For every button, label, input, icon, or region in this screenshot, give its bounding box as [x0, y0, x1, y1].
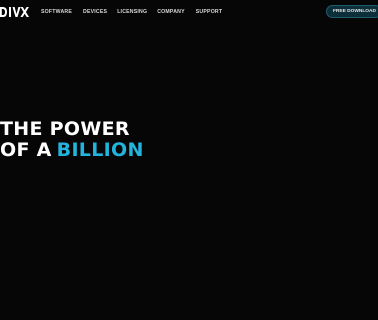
divx-logo[interactable] — [0, 5, 30, 19]
hero-accent-word: BILLION — [56, 139, 144, 161]
nav-item-licensing[interactable]: LICENSING — [117, 9, 147, 15]
free-download-label: FREE DOWNLOAD — [333, 9, 376, 14]
nav-item-support[interactable]: SUPPORT — [196, 9, 222, 15]
hero-subtext-faded — [0, 160, 150, 176]
hero-headline: THE POWER OF A BILLION — [0, 119, 144, 161]
hero-line-2: OF A BILLION — [0, 140, 144, 161]
subtext-placeholder-line-1 — [0, 160, 150, 168]
subtext-placeholder-line-2 — [0, 168, 150, 176]
free-download-button[interactable]: FREE DOWNLOAD — [326, 5, 378, 18]
nav-item-devices[interactable]: DEVICES — [83, 9, 107, 15]
hero-line-1: THE POWER — [0, 118, 130, 140]
divx-logo-icon — [0, 7, 29, 17]
nav-item-software[interactable]: SOFTWARE — [41, 9, 72, 15]
top-navigation-bar: SOFTWARE DEVICES LICENSING COMPANY SUPPO… — [0, 0, 378, 26]
hero-line-2-prefix: OF A — [0, 139, 52, 161]
nav-item-company[interactable]: COMPANY — [157, 9, 185, 15]
main-nav: SOFTWARE DEVICES LICENSING COMPANY SUPPO… — [41, 9, 222, 15]
